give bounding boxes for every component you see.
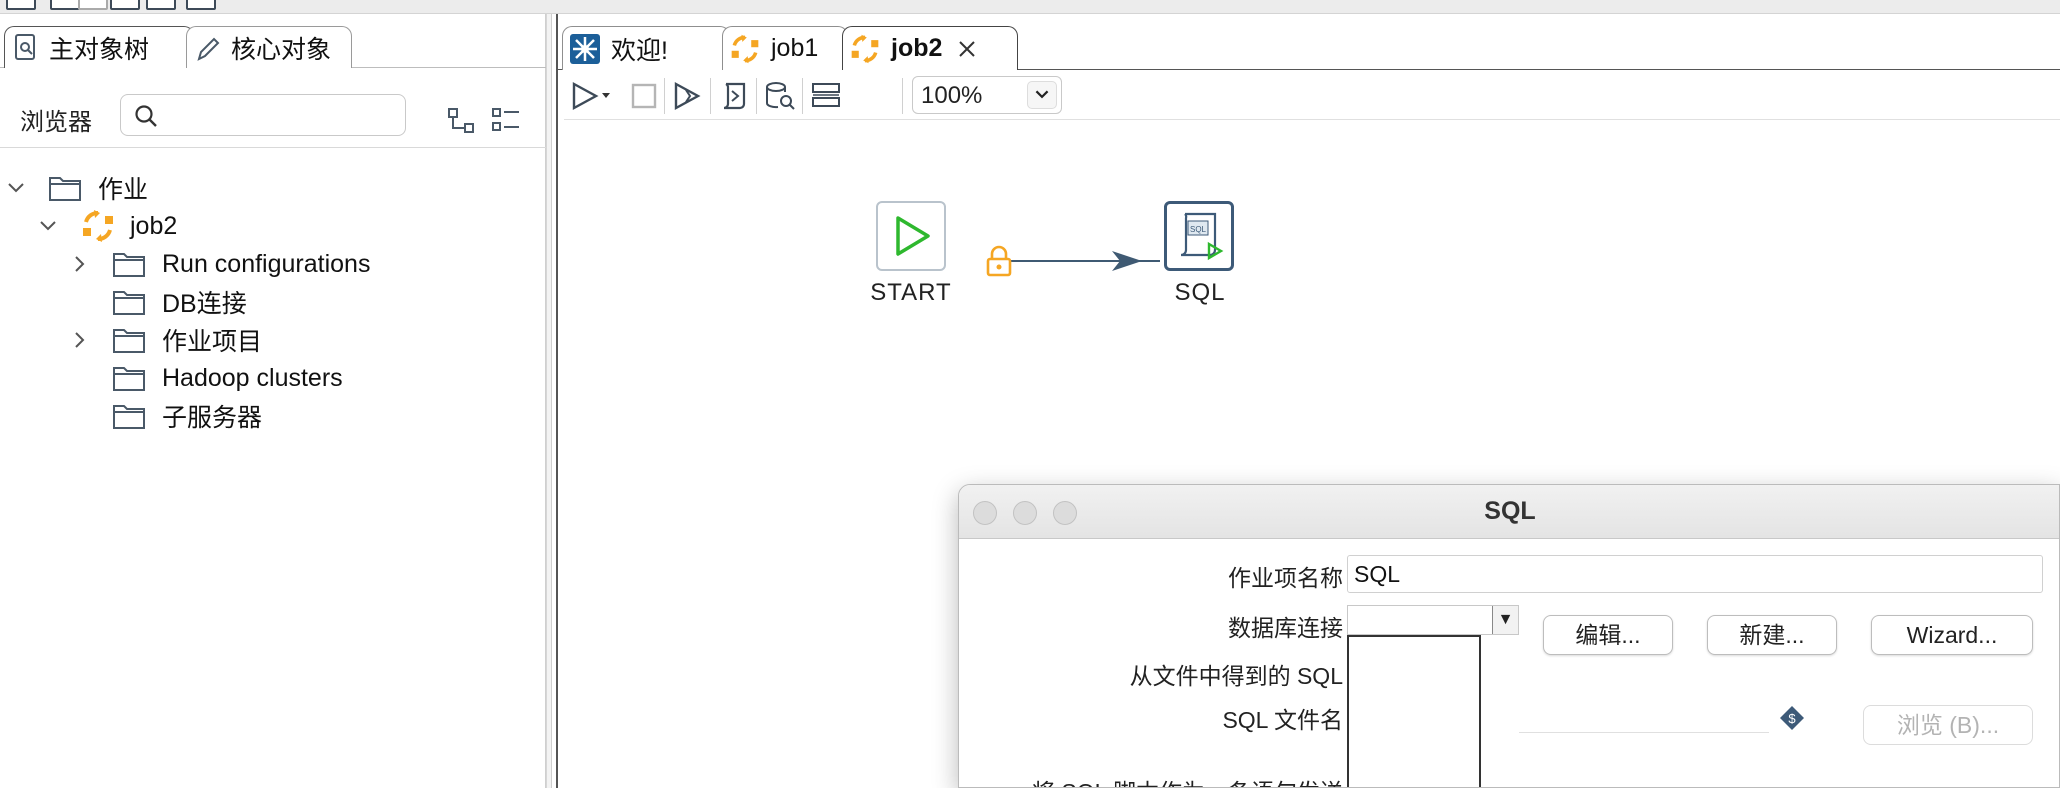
chevron-down-icon[interactable] [6, 178, 26, 198]
zoom-value: 100% [921, 82, 983, 109]
start-node[interactable] [876, 201, 946, 271]
start-play-icon [896, 216, 930, 256]
browse-button: 浏览 (B)... [1863, 705, 2033, 745]
tab-main-object-tree-label: 主对象树 [49, 35, 150, 64]
align-grid-icon[interactable] [810, 80, 842, 112]
spoon-window: 主对象树 核心对象 浏览器 作业 job2 Run configurations… [0, 0, 2060, 788]
tree-item-db-connections[interactable]: DB连接 [70, 282, 247, 322]
new-file-icon[interactable] [6, 0, 36, 10]
zoom-select[interactable]: 100% [912, 76, 1062, 114]
tab-main-object-tree[interactable]: 主对象树 [4, 26, 194, 68]
script-icon[interactable] [718, 80, 750, 112]
dialog-titlebar[interactable]: SQL [959, 485, 2059, 539]
tab-core-objects[interactable]: 核心对象 [186, 26, 352, 68]
tree-item-label: 作业项目 [162, 328, 263, 356]
folder-icon [113, 405, 145, 429]
save-as-icon[interactable] [146, 0, 176, 10]
tree-item-label: 作业 [98, 176, 149, 204]
search-input[interactable] [169, 101, 389, 129]
tree-item-label: job2 [130, 211, 178, 240]
wizard-button[interactable]: Wizard... [1871, 615, 2033, 655]
chevron-right-icon[interactable] [70, 254, 90, 274]
tree-item-jobs[interactable]: 作业 [6, 168, 148, 208]
job-icon [851, 34, 879, 63]
sql-node[interactable]: SQL [1164, 201, 1234, 271]
tab-welcome-label: 欢迎! [611, 36, 668, 65]
tree-item-run-configurations[interactable]: Run configurations [70, 244, 370, 284]
search-box[interactable] [120, 94, 406, 136]
tab-job1-label: job1 [771, 34, 819, 62]
left-panel: 主对象树 核心对象 浏览器 作业 job2 Run configurations… [0, 14, 552, 788]
layers-icon[interactable] [186, 0, 216, 10]
tree-item-label: Run configurations [162, 249, 371, 278]
open-file-icon[interactable] [50, 0, 80, 10]
start-node-label: START [870, 279, 952, 306]
chevron-down-icon[interactable] [38, 216, 58, 236]
dialog-title: SQL [1484, 497, 1536, 525]
folder-icon [49, 177, 81, 201]
tab-job2-label: job2 [891, 34, 943, 62]
tree-item-job-entries[interactable]: 作业项目 [70, 320, 262, 360]
tree-item-label: DB连接 [162, 290, 247, 318]
object-tree-icon [15, 33, 35, 60]
db-explore-icon[interactable] [764, 80, 796, 112]
tree-item-label: Hadoop clusters [162, 363, 343, 392]
sql-node-label: SQL [1174, 279, 1226, 306]
variable-icon: $ [1780, 706, 1804, 730]
tree-item-hadoop-clusters[interactable]: Hadoop clusters [70, 358, 343, 398]
sql-from-file-label: 从文件中得到的 SQL [1129, 663, 1343, 689]
job-entry-name-input[interactable] [1347, 555, 2043, 593]
sql-dialog: SQL 作业项名称 数据库连接 ▼ 编辑... 新建... Wizard... … [958, 484, 2060, 788]
folder-icon [113, 253, 145, 277]
edit-connection-button[interactable]: 编辑... [1543, 615, 1673, 655]
browser-label: 浏览器 [20, 109, 92, 136]
explore-repo-icon[interactable] [78, 0, 108, 10]
tree-item-label: 子服务器 [162, 404, 263, 432]
job-icon [83, 210, 113, 242]
lock-icon[interactable] [982, 243, 1016, 279]
sql-filename-input [1519, 699, 1769, 733]
tree-item-slave-servers[interactable]: 子服务器 [70, 396, 262, 436]
canvas-toolbar: 100% [564, 70, 2060, 120]
left-tabbar: 主对象树 核心对象 [0, 22, 546, 68]
folder-icon [113, 329, 145, 353]
tab-core-objects-label: 核心对象 [231, 35, 332, 64]
dropdown-arrow-icon[interactable]: ▼ [1492, 606, 1518, 634]
job-icon [731, 34, 759, 63]
panel-splitter[interactable] [546, 14, 552, 788]
sql-filename-label: SQL 文件名 [1222, 707, 1343, 733]
folder-icon [113, 291, 145, 315]
new-connection-button[interactable]: 新建... [1707, 615, 1837, 655]
svg-text:$: $ [1788, 711, 1796, 726]
tab-job1[interactable]: job1 [722, 26, 848, 70]
close-icon[interactable] [956, 38, 978, 60]
svg-text:SQL: SQL [1190, 225, 1207, 234]
run-icon[interactable] [570, 80, 614, 112]
tree-item-job2[interactable]: job2 [38, 206, 177, 246]
folder-icon [113, 367, 145, 391]
send-as-single-statement-label: 将 SQL 脚本作为一条语句发送 [1032, 773, 1343, 787]
db-connection-dropdown-list[interactable] [1347, 635, 1481, 787]
tab-welcome[interactable]: 欢迎! [562, 26, 730, 70]
pencil-icon [197, 37, 220, 61]
collapse-tree-icon[interactable] [446, 106, 478, 136]
db-connection-select[interactable]: ▼ [1347, 605, 1519, 635]
spoon-icon [570, 33, 600, 64]
search-icon [135, 105, 157, 127]
browser-row: 浏览器 [0, 88, 546, 148]
sql-script-icon: SQL [1180, 212, 1224, 261]
chevron-down-icon[interactable] [1027, 81, 1057, 109]
tab-job2[interactable]: job2 [842, 26, 1018, 70]
preview-run-icon[interactable] [672, 80, 704, 112]
save-icon[interactable] [110, 0, 140, 10]
main-toolbar [0, 0, 2060, 14]
chevron-right-icon[interactable] [70, 330, 90, 350]
db-connection-label: 数据库连接 [1228, 615, 1343, 641]
stop-icon[interactable] [628, 80, 660, 112]
editor-tabbar: 欢迎! job1 job2 [558, 22, 2060, 70]
job-entry-name-label: 作业项名称 [1228, 565, 1343, 591]
expand-tree-icon[interactable] [490, 106, 522, 136]
